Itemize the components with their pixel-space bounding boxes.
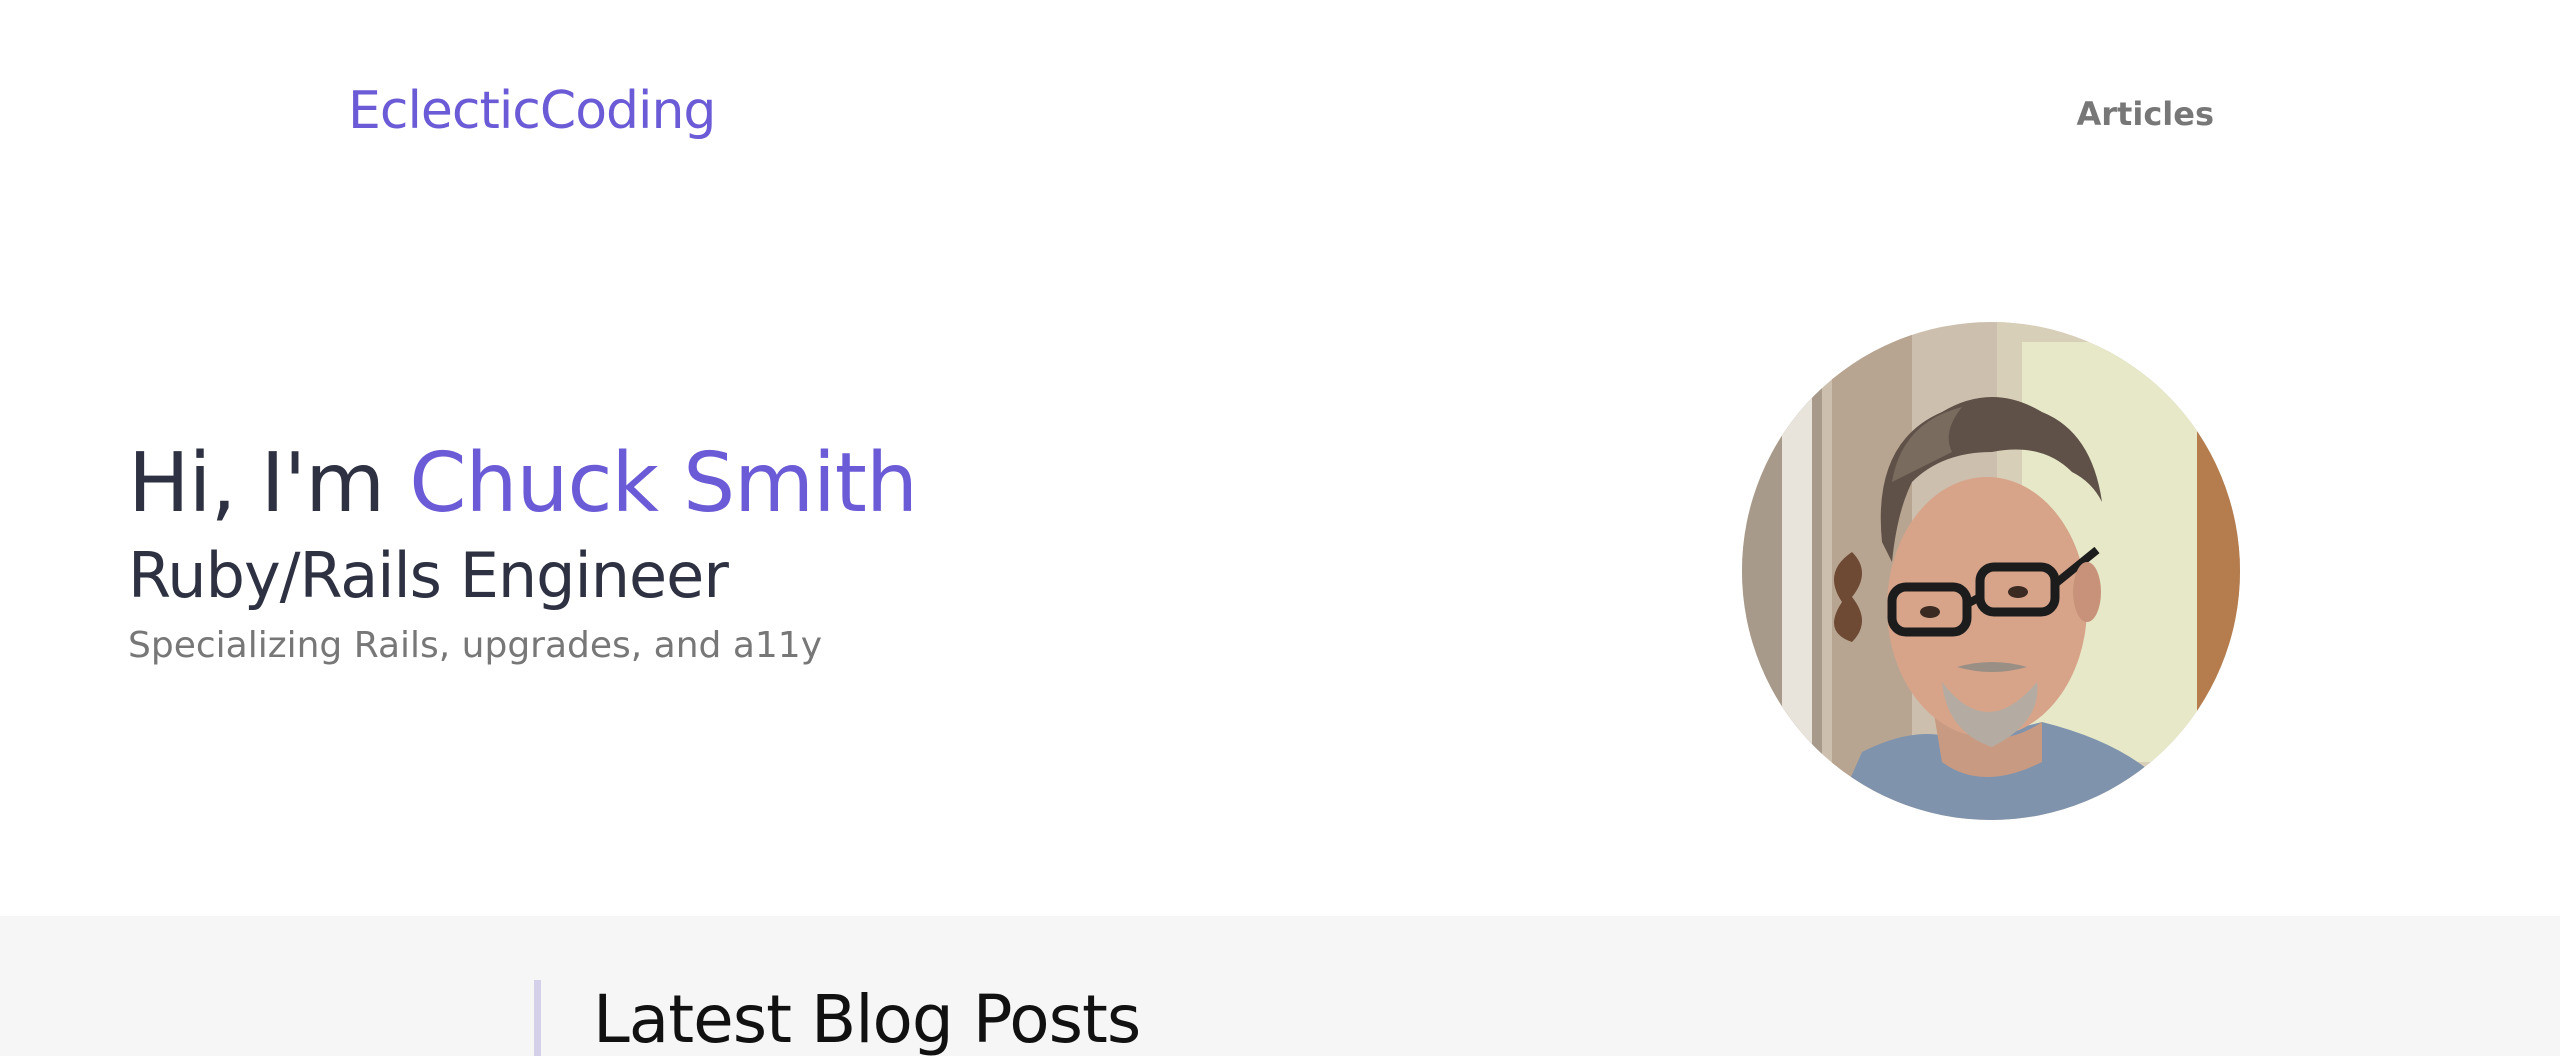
profile-photo-icon — [1742, 322, 2240, 820]
hero-text: Hi, I'm Chuck Smith Ruby/Rails Engineer … — [128, 434, 918, 668]
page: EclecticCoding Articles Hi, I'm Chuck Sm… — [0, 0, 2560, 1056]
blog-heading: Latest Blog Posts — [593, 981, 1141, 1056]
avatar — [1742, 322, 2240, 820]
blog-heading-wrap: Latest Blog Posts — [534, 980, 1141, 1056]
blog-section: Latest Blog Posts — [0, 916, 2560, 1056]
greeting-prefix: Hi, I'm — [128, 436, 410, 531]
author-tagline: Specializing Rails, upgrades, and a11y — [128, 625, 823, 666]
hero-section: Hi, I'm Chuck Smith Ruby/Rails Engineer … — [0, 220, 2560, 916]
main-nav: Articles — [2077, 96, 2215, 132]
site-logo-link[interactable]: EclecticCoding — [348, 80, 716, 142]
author-role: Ruby/Rails Engineer — [128, 539, 729, 612]
hero-greeting: Hi, I'm Chuck Smith — [128, 434, 918, 534]
author-name: Chuck Smith — [409, 436, 918, 531]
site-header: EclecticCoding Articles — [0, 0, 2560, 220]
nav-articles-link[interactable]: Articles — [2077, 95, 2215, 133]
